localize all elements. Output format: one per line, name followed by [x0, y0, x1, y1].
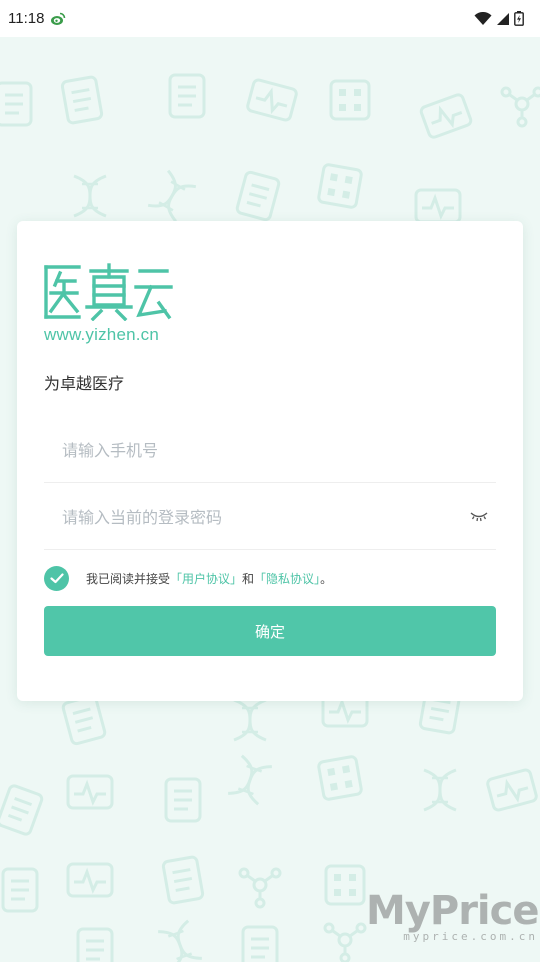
password-field [44, 484, 496, 550]
status-icons [474, 11, 524, 26]
phone-input[interactable] [44, 417, 462, 483]
brand-tagline: 为卓越医疗 [44, 374, 125, 393]
login-card: www.yizhen.cn 为卓越医疗 我已阅读并接受「用户协议」和「隐私协议」… [17, 221, 523, 701]
signal-icon [497, 12, 509, 25]
agreement-checkbox[interactable] [44, 565, 69, 591]
agreement-text: 我已阅读并接受「用户协议」和「隐私协议」。 [86, 570, 332, 587]
agreement-row: 我已阅读并接受「用户协议」和「隐私协议」。 [44, 565, 332, 591]
user-agreement-link[interactable]: 「用户协议」 [170, 572, 242, 586]
status-bar: 11:18 [0, 0, 540, 37]
privacy-agreement-link[interactable]: 「隐私协议」 [254, 572, 320, 586]
checkmark-icon [49, 572, 64, 583]
wifi-icon [474, 11, 492, 25]
agreement-and: 和 [242, 571, 255, 586]
brand-url: www.yizhen.cn [44, 325, 160, 344]
yizhen-logo [44, 263, 173, 321]
eye-closed-icon[interactable] [470, 509, 488, 523]
agreement-suffix: 。 [320, 571, 333, 586]
weibo-icon [51, 12, 66, 25]
agreement-prefix: 我已阅读并接受 [86, 571, 171, 586]
password-input[interactable] [44, 484, 462, 550]
status-time: 11:18 [8, 10, 45, 27]
confirm-button[interactable]: 确定 [44, 606, 496, 656]
phone-field [44, 417, 496, 483]
battery-icon [514, 11, 524, 26]
